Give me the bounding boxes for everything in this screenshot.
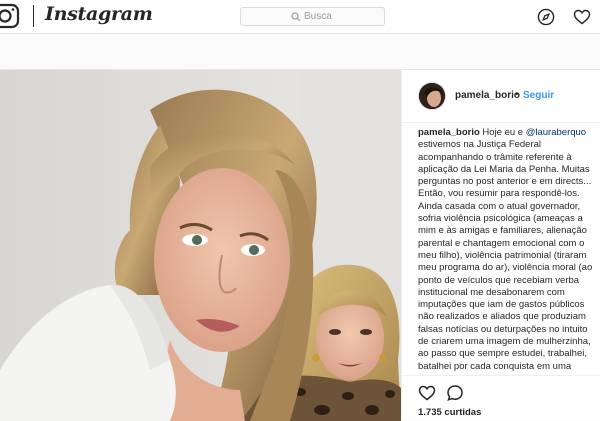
post-sidebar: pamela_borio • Seguir pamela_borio Hoje … (401, 70, 600, 421)
logo-divider (33, 5, 34, 27)
instagram-glyph-icon[interactable] (0, 3, 22, 29)
caption-text-body: estivemos na Justiça Federal acompanhand… (418, 139, 593, 371)
search-input[interactable]: Busca (240, 7, 385, 26)
caption-username[interactable]: pamela_borio (418, 127, 480, 138)
top-navigation-bar: Instagram Busca (0, 0, 600, 34)
post-photo-illustration (0, 70, 401, 421)
avatar-image (419, 83, 445, 109)
post-card: pamela_borio • Seguir pamela_borio Hoje … (0, 69, 600, 421)
likes-count[interactable]: 1.735 curtidas (418, 407, 481, 418)
search-placeholder: Busca (304, 11, 332, 22)
caption-text-start: Hoje eu e (482, 127, 524, 138)
comment-icon[interactable] (446, 384, 464, 402)
heart-icon[interactable] (573, 8, 591, 26)
compass-icon[interactable] (537, 8, 555, 26)
post-caption: pamela_borio Hoje eu e @lauraberquo esti… (418, 127, 598, 371)
instagram-wordmark[interactable]: Instagram (45, 3, 153, 25)
avatar[interactable] (418, 82, 446, 110)
caption-mention-link[interactable]: @lauraberquo (526, 127, 586, 138)
post-photo[interactable] (0, 70, 401, 421)
follow-button[interactable]: Seguir (523, 90, 554, 101)
header-separator: • (515, 89, 519, 100)
heart-outline-icon[interactable] (418, 384, 436, 402)
post-author-username[interactable]: pamela_borio (455, 90, 520, 101)
post-actions: 1.735 curtidas (402, 375, 600, 421)
post-header: pamela_borio • Seguir (402, 70, 600, 123)
search-icon (291, 12, 301, 22)
